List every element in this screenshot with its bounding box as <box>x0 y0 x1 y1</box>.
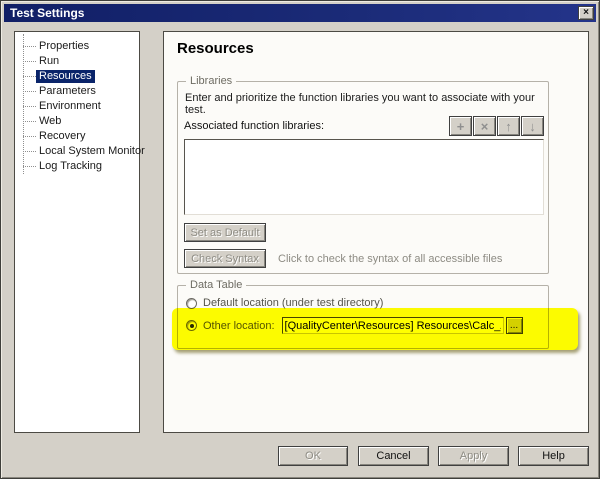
radio-unselected-icon[interactable] <box>186 298 197 309</box>
sidebar-item-resources[interactable]: Resources <box>15 69 139 84</box>
sidebar-item-local-system-monitor[interactable]: Local System Monitor <box>15 144 139 159</box>
tree-guide-stub <box>23 46 36 47</box>
tree-guide-stub <box>23 151 36 152</box>
browse-button[interactable]: ... <box>506 317 523 334</box>
test-settings-dialog: Test Settings × Properties Run Resources… <box>0 0 600 479</box>
tree-guide-stub <box>23 121 36 122</box>
radio-selected-icon[interactable] <box>186 320 197 331</box>
resources-page: Resources Libraries Enter and prioritize… <box>163 31 589 433</box>
other-location-input[interactable] <box>282 317 504 334</box>
default-location-option[interactable]: Default location (under test directory) <box>186 297 383 309</box>
tree-guide-stub <box>23 76 36 77</box>
libraries-toolbar: + × ↑ ↓ <box>449 116 544 136</box>
associated-libraries-list[interactable] <box>184 139 544 215</box>
tree-guide-stub <box>23 106 36 107</box>
close-icon[interactable]: × <box>578 6 594 20</box>
sidebar-item-run[interactable]: Run <box>15 54 139 69</box>
tree-guide-stub <box>23 91 36 92</box>
associated-libraries-label: Associated function libraries: <box>184 120 449 132</box>
apply-button[interactable]: Apply <box>438 446 509 466</box>
other-location-option[interactable]: Other location: ... <box>186 317 523 334</box>
window-title: Test Settings <box>10 6 84 20</box>
settings-tree: Properties Run Resources Parameters Envi… <box>14 31 140 433</box>
tree-list: Properties Run Resources Parameters Envi… <box>15 39 139 174</box>
move-down-icon[interactable]: ↓ <box>521 116 544 136</box>
data-table-group: Data Table Default location (under test … <box>177 285 549 349</box>
page-title: Resources <box>177 40 254 57</box>
libraries-group: Libraries Enter and prioritize the funct… <box>177 81 549 274</box>
sidebar-item-environment[interactable]: Environment <box>15 99 139 114</box>
add-library-icon[interactable]: + <box>449 116 472 136</box>
move-up-icon[interactable]: ↑ <box>497 116 520 136</box>
check-syntax-button[interactable]: Check Syntax <box>184 249 266 268</box>
ok-button[interactable]: OK <box>278 446 348 466</box>
sidebar-item-parameters[interactable]: Parameters <box>15 84 139 99</box>
check-syntax-hint: Click to check the syntax of all accessi… <box>278 253 502 265</box>
libraries-description: Enter and prioritize the function librar… <box>185 92 542 116</box>
remove-library-icon[interactable]: × <box>473 116 496 136</box>
tree-guide-stub <box>23 136 36 137</box>
sidebar-item-log-tracking[interactable]: Log Tracking <box>15 159 139 174</box>
set-as-default-button[interactable]: Set as Default <box>184 223 266 242</box>
titlebar: Test Settings × <box>4 4 596 22</box>
tree-guide-stub <box>23 61 36 62</box>
sidebar-item-recovery[interactable]: Recovery <box>15 129 139 144</box>
sidebar-item-web[interactable]: Web <box>15 114 139 129</box>
radio-dot <box>190 324 194 328</box>
cancel-button[interactable]: Cancel <box>358 446 429 466</box>
libraries-group-legend: Libraries <box>186 75 236 87</box>
data-table-group-legend: Data Table <box>186 279 246 291</box>
help-button[interactable]: Help <box>518 446 589 466</box>
sidebar-item-properties[interactable]: Properties <box>15 39 139 54</box>
tree-guide-stub <box>23 166 36 167</box>
associated-libraries-header: Associated function libraries: + × ↑ ↓ <box>184 115 544 137</box>
